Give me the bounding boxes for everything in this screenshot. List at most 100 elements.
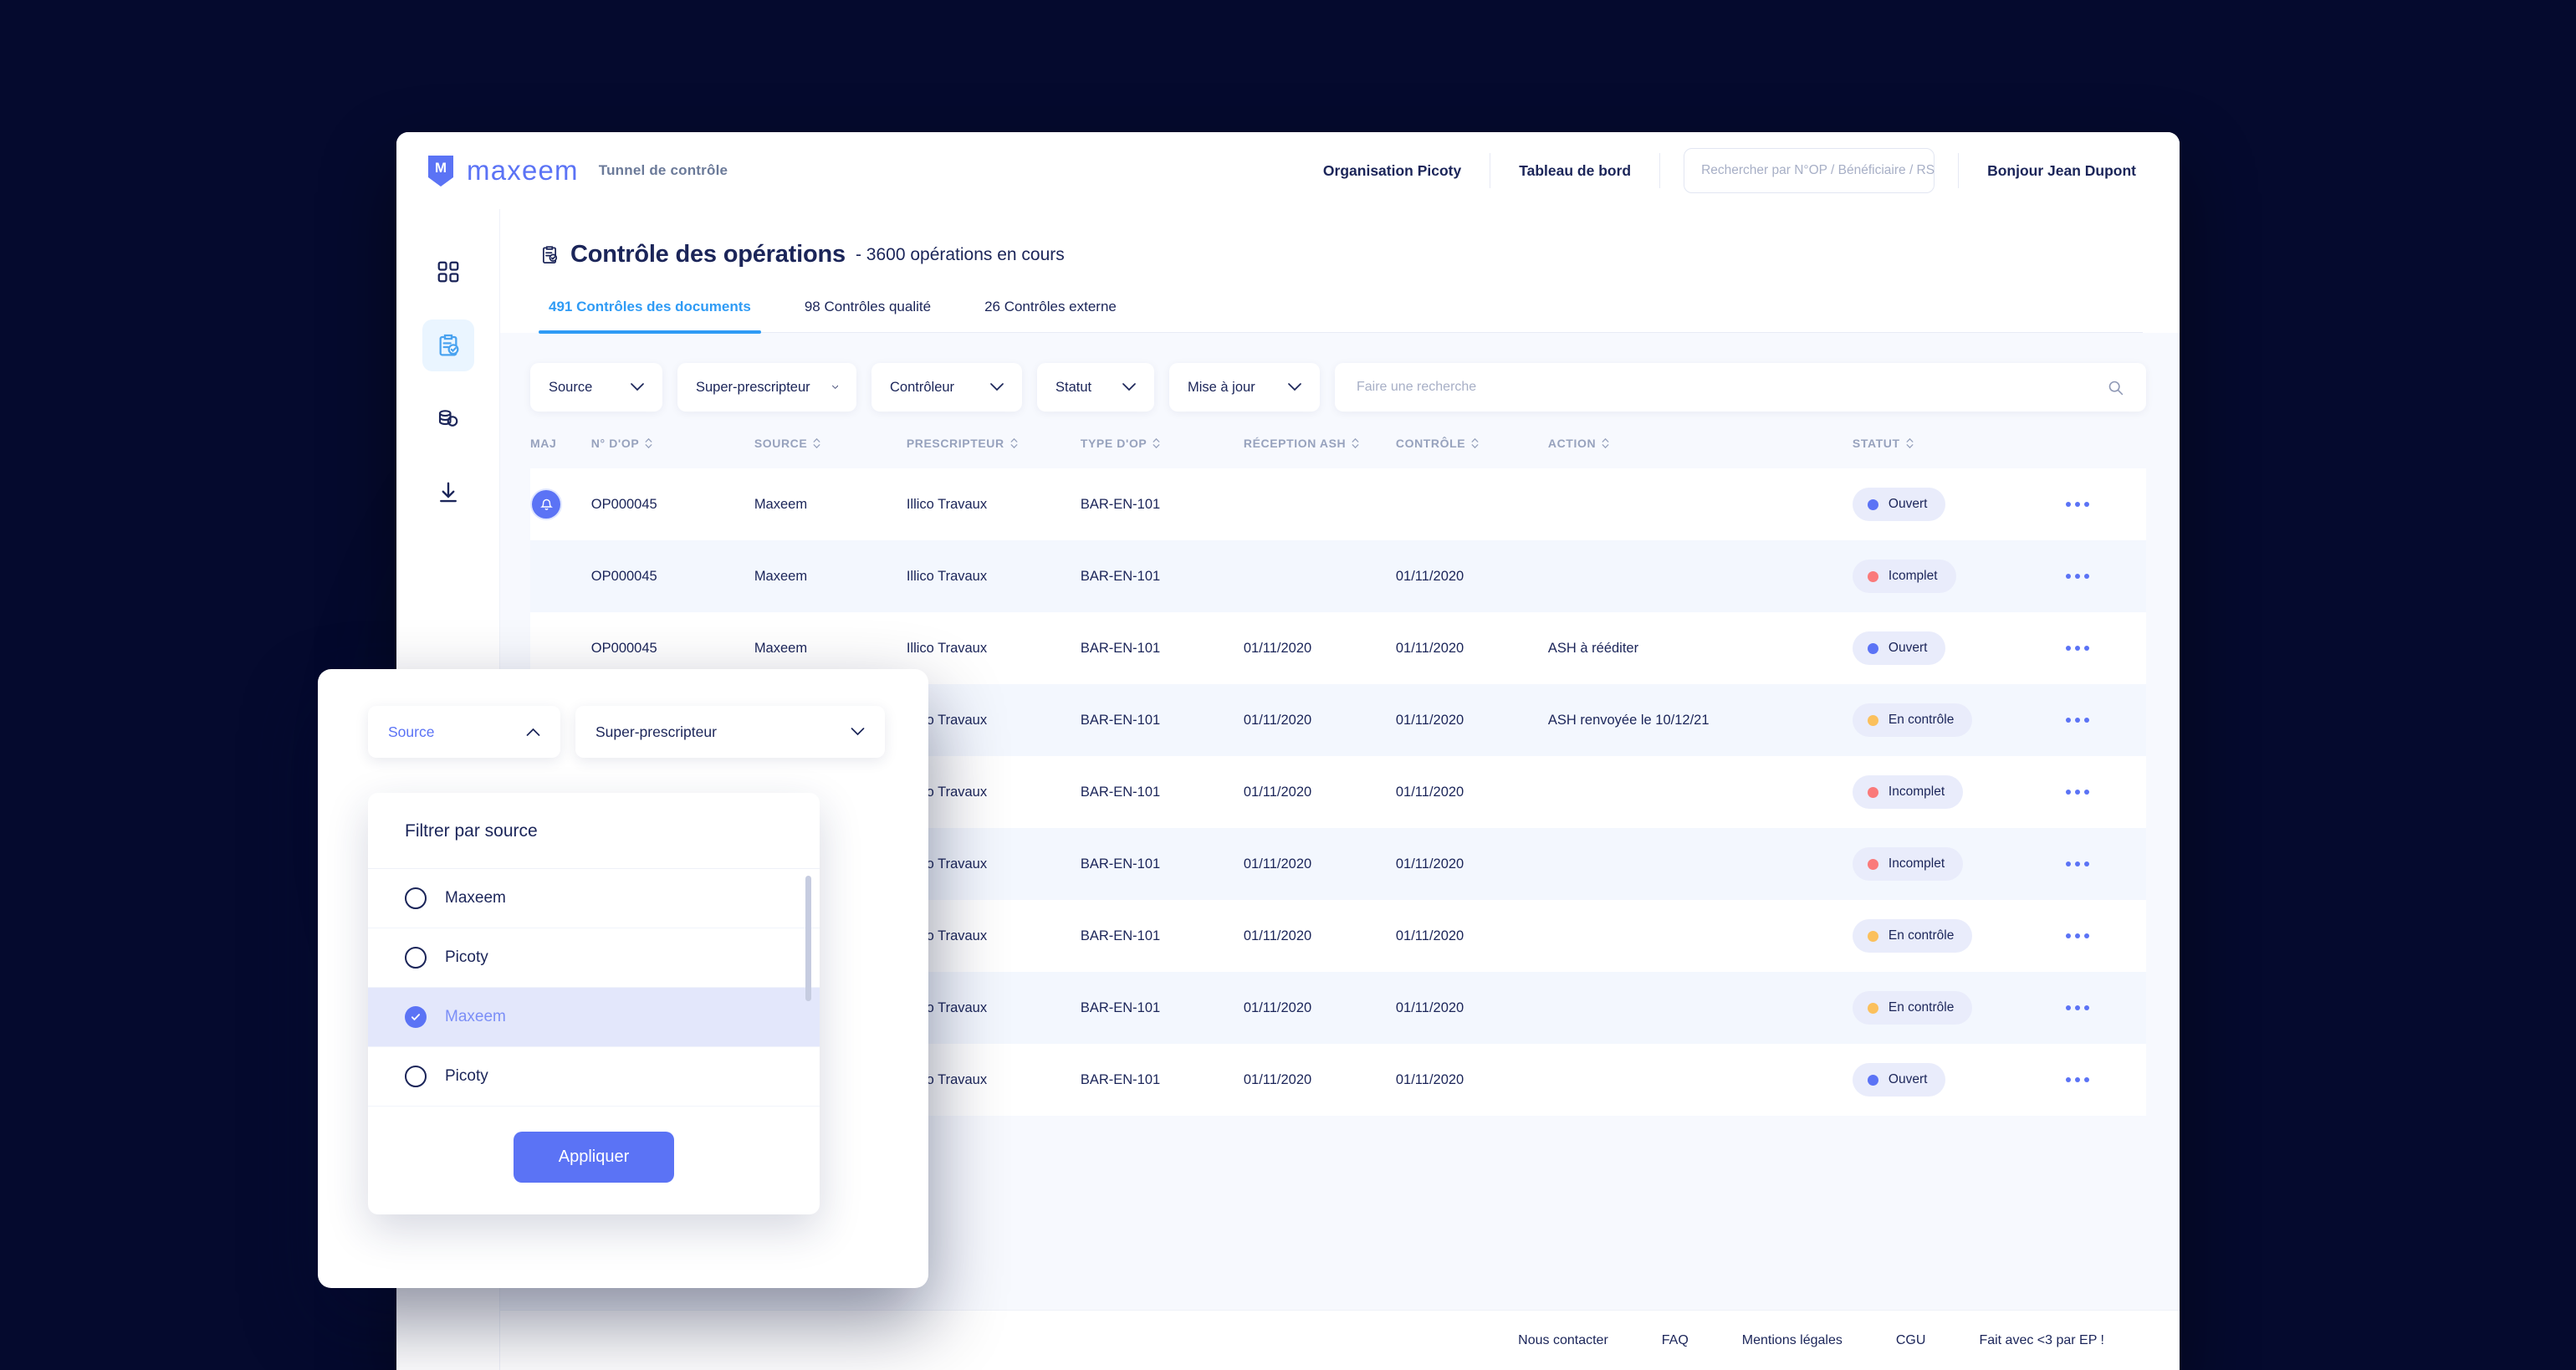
cell-reception-ash: 01/11/2020 [1243,856,1312,872]
chevron-up-icon [526,728,540,736]
cell-action [1548,900,1853,972]
sidebar-item-dashboard[interactable] [422,246,474,298]
dropdown-option[interactable]: Picoty [368,928,820,988]
column-header-prescripteur[interactable]: PRESCRIPTEUR [907,437,1081,468]
filter-mise-a-jour[interactable]: Mise à jour [1169,363,1320,412]
table-search-placeholder: Faire une recherche [1357,380,1477,394]
maxeem-shield-icon: M [428,156,453,187]
status-label: Icomplet [1888,569,1938,583]
row-menu-button[interactable] [2059,999,2096,1017]
cell-controle: 01/11/2020 [1395,712,1464,728]
cell-type: BAR-EN-101 [1080,568,1161,584]
brand-logo[interactable]: M maxeem Tunnel de contrôle [427,154,728,187]
tab-controles-externe[interactable]: 26 Contrôles externe [974,299,1127,332]
row-menu-button[interactable] [2059,711,2096,729]
cell-row-menu [2059,540,2146,612]
status-label: Incomplet [1888,785,1945,799]
sort-icon [1906,437,1914,449]
nav-organisation[interactable]: Organisation Picoty [1295,162,1490,180]
footer-link-mentions-legales[interactable]: Mentions légales [1742,1333,1843,1348]
cell-row-menu [2059,972,2146,1044]
sidebar-item-downloads[interactable] [422,467,474,519]
column-header-reception-ash[interactable]: RÉCEPTION ASH [1244,437,1396,468]
status-dot-icon [1867,642,1878,654]
dropdown-option[interactable]: Maxeem [368,988,820,1047]
column-header-op[interactable]: N° D'OP [591,437,754,468]
sidebar-item-finance[interactable] [422,393,474,445]
sidebar-item-controls[interactable] [422,319,474,371]
coins-icon [438,410,457,427]
cell-reception-ash [1244,468,1396,540]
apply-button[interactable]: Appliquer [513,1132,675,1183]
cell-action [1548,540,1853,612]
top-navigation: Organisation Picoty Tableau de bord Rech… [1295,148,2136,193]
footer-link-faq[interactable]: FAQ [1662,1333,1689,1348]
table-row[interactable]: OP000045 Maxeem Illico Travaux BAR-EN-101 Ou… [530,468,2146,540]
row-menu-button[interactable] [2059,495,2096,514]
cell-controle: 01/11/2020 [1395,640,1464,656]
status-badge: En contrôle [1852,703,1973,737]
footer-link-contact[interactable]: Nous contacter [1518,1333,1608,1348]
filter-statut[interactable]: Statut [1037,363,1154,412]
global-search-input[interactable]: Rechercher par N°OP / Bénéficiaire / RS [1684,148,1935,193]
nav-dashboard[interactable]: Tableau de bord [1490,162,1659,180]
cell-prescripteur: Illico Travaux [906,784,988,800]
status-label: En contrôle [1888,928,1955,943]
cell-row-menu [2059,684,2146,756]
cell-op: OP000045 [590,496,657,512]
clipboard-check-icon [542,245,558,263]
column-header-type[interactable]: TYPE D'OP [1081,437,1244,468]
cell-type: BAR-EN-101 [1080,496,1161,512]
radio-checked-icon [405,1006,427,1028]
cell-statut: Ouvert [1852,612,2059,684]
status-label: Ouvert [1888,1072,1928,1086]
footer-credit: Fait avec <3 par EP ! [1979,1332,2104,1347]
tab-controles-documents[interactable]: 491 Contrôles des documents [539,299,761,334]
radio-unchecked-icon [405,887,427,909]
user-greeting[interactable]: Bonjour Jean Dupont [1959,162,2136,180]
tab-controles-qualite[interactable]: 98 Contrôles qualité [795,299,941,332]
cell-statut: Ouvert [1852,468,2059,540]
column-header-action[interactable]: ACTION [1548,437,1853,468]
status-dot-icon [1867,930,1878,942]
filter-controleur[interactable]: Contrôleur [871,363,1022,412]
modal-filter-super-label: Super-prescripteur [595,723,717,740]
column-label: STATUT [1852,437,1900,450]
sort-icon [1153,437,1160,449]
footer-link-cgu[interactable]: CGU [1896,1333,1926,1348]
cell-op: OP000045 [590,568,657,584]
column-header-source[interactable]: SOURCE [754,437,907,468]
filter-source[interactable]: Source [530,363,662,412]
dropdown-scrollbar[interactable] [805,876,811,1001]
status-label: Ouvert [1888,641,1928,655]
row-menu-button[interactable] [2059,567,2096,585]
table-search-input[interactable]: Faire une recherche [1335,363,2146,412]
status-dot-icon [1867,1074,1878,1086]
row-menu-button[interactable] [2059,855,2096,873]
modal-filter-super-prescripteur[interactable]: Super-prescripteur [575,706,885,758]
cell-controle: 01/11/2020 [1395,568,1464,584]
row-menu-button[interactable] [2059,1071,2096,1089]
dropdown-option[interactable]: Picoty [368,1047,820,1107]
dropdown-option-label: Picoty [445,1067,488,1085]
cell-action [1548,1044,1853,1116]
filter-super-label: Super-prescripteur [696,379,810,395]
row-menu-button[interactable] [2059,639,2096,657]
column-label: CONTRÔLE [1395,437,1466,450]
filter-super-prescripteur[interactable]: Super-prescripteur [677,363,856,412]
dropdown-option[interactable]: Maxeem [368,869,820,928]
row-menu-button[interactable] [2059,783,2096,801]
column-header-controle[interactable]: CONTRÔLE [1396,437,1548,468]
modal-filter-source[interactable]: Source [368,706,560,758]
row-menu-button[interactable] [2059,927,2096,945]
dropdown-footer: Appliquer [368,1107,820,1214]
column-header-maj[interactable]: MAJ [530,437,591,468]
column-header-statut[interactable]: STATUT [1853,437,2059,468]
status-badge: Ouvert [1852,631,1946,665]
table-row[interactable]: OP000045 Maxeem Illico Travaux BAR-EN-101 01… [530,540,2146,612]
cell-row-menu [2059,468,2146,540]
column-label: RÉCEPTION ASH [1243,437,1347,450]
top-header-bar: M maxeem Tunnel de contrôle Organisation… [396,132,2180,209]
maj-notification-badge[interactable] [530,488,562,520]
status-dot-icon [1867,1002,1878,1014]
